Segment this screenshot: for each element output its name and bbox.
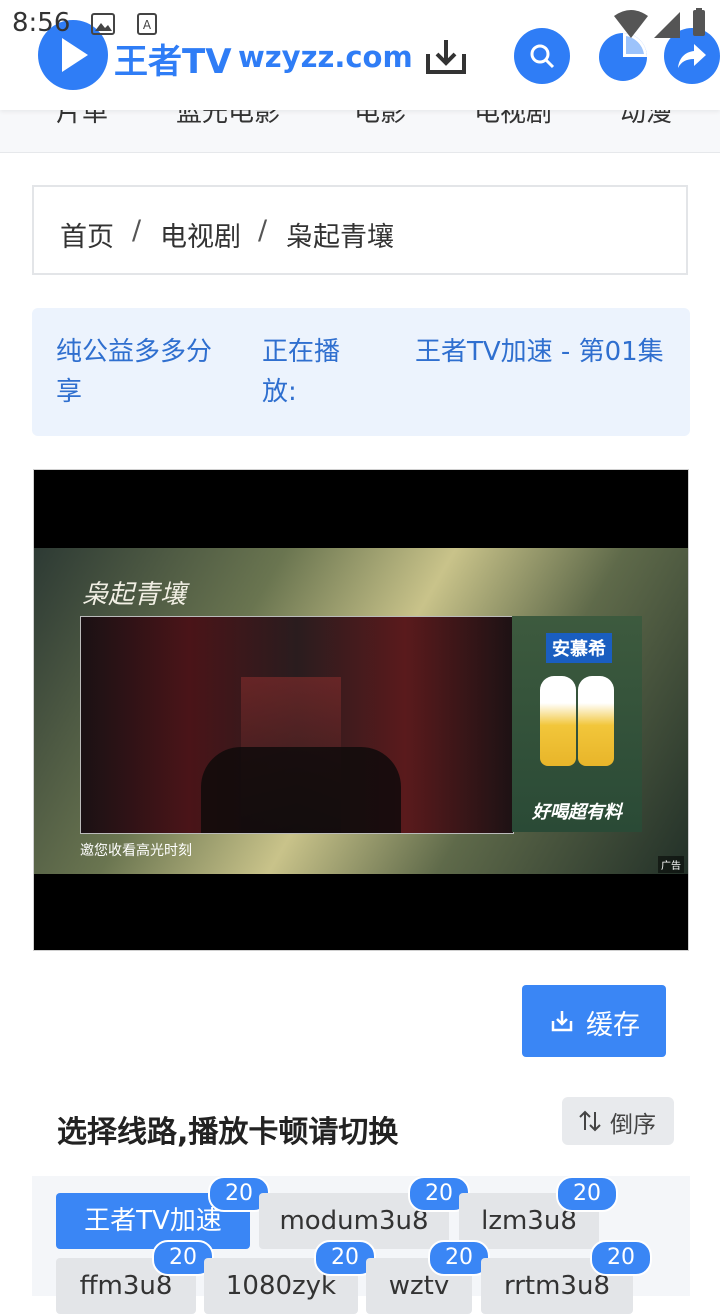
download-icon[interactable]: [424, 36, 468, 76]
font-icon: A: [137, 13, 157, 35]
video-caption: 邀您收看高光时刻: [80, 843, 192, 859]
video-scene: [80, 616, 514, 834]
sort-arrows-icon: [579, 1110, 601, 1132]
breadcrumb-current: 枭起青壤: [286, 222, 394, 253]
sort-button[interactable]: 倒序: [562, 1097, 674, 1145]
share-icon: [678, 44, 706, 68]
breadcrumb-separator: /: [258, 215, 268, 246]
status-time: 8:56: [12, 8, 71, 38]
video-show-title: 枭起青壤: [82, 580, 187, 610]
now-playing-value: 王者TV加速 - 第01集: [415, 337, 664, 367]
brand-domain[interactable]: wzyzz.com: [238, 40, 413, 74]
signal-icon: [654, 12, 680, 38]
ad-slogan: 好喝超有料: [532, 802, 622, 823]
cache-button[interactable]: 缓存: [522, 985, 666, 1057]
play-icon: [62, 38, 88, 72]
route-title: 选择线路,播放卡顿请切换: [57, 1115, 399, 1150]
ad-brand: 安慕希: [546, 633, 612, 663]
image-icon: [91, 13, 115, 35]
share-text: 纯公益多多分享: [56, 337, 213, 407]
now-playing-box: 纯公益多多分享 正在播放: 王者TV加速 - 第01集: [32, 308, 690, 436]
video-player[interactable]: 枭起青壤 安慕希 好喝超有料 邀您收看高光时刻 广告: [33, 469, 689, 951]
breadcrumb-home[interactable]: 首页: [60, 215, 114, 254]
crowd-silhouette: [201, 747, 401, 833]
product-bottle: [578, 676, 614, 766]
route-count-badge: 20: [556, 1176, 618, 1212]
cache-label: 缓存: [586, 1010, 640, 1041]
search-icon: [530, 44, 555, 69]
breadcrumb-separator: /: [132, 215, 142, 246]
search-button[interactable]: [514, 28, 570, 84]
download-icon: [551, 1011, 573, 1032]
product-bottle: [540, 676, 576, 766]
wifi-icon: [614, 10, 648, 38]
route-count-badge: 20: [590, 1240, 652, 1276]
breadcrumb-tv[interactable]: 电视剧: [160, 215, 241, 254]
sort-label: 倒序: [610, 1112, 656, 1138]
breadcrumb: 首页 / 电视剧 / 枭起青壤: [32, 185, 688, 275]
battery-icon: [693, 8, 705, 36]
ad-tag: 广告: [658, 856, 684, 873]
now-playing-label: 正在播放:: [262, 337, 341, 407]
brand-name[interactable]: 王者TV: [114, 34, 232, 83]
svg-text:A: A: [143, 18, 152, 32]
